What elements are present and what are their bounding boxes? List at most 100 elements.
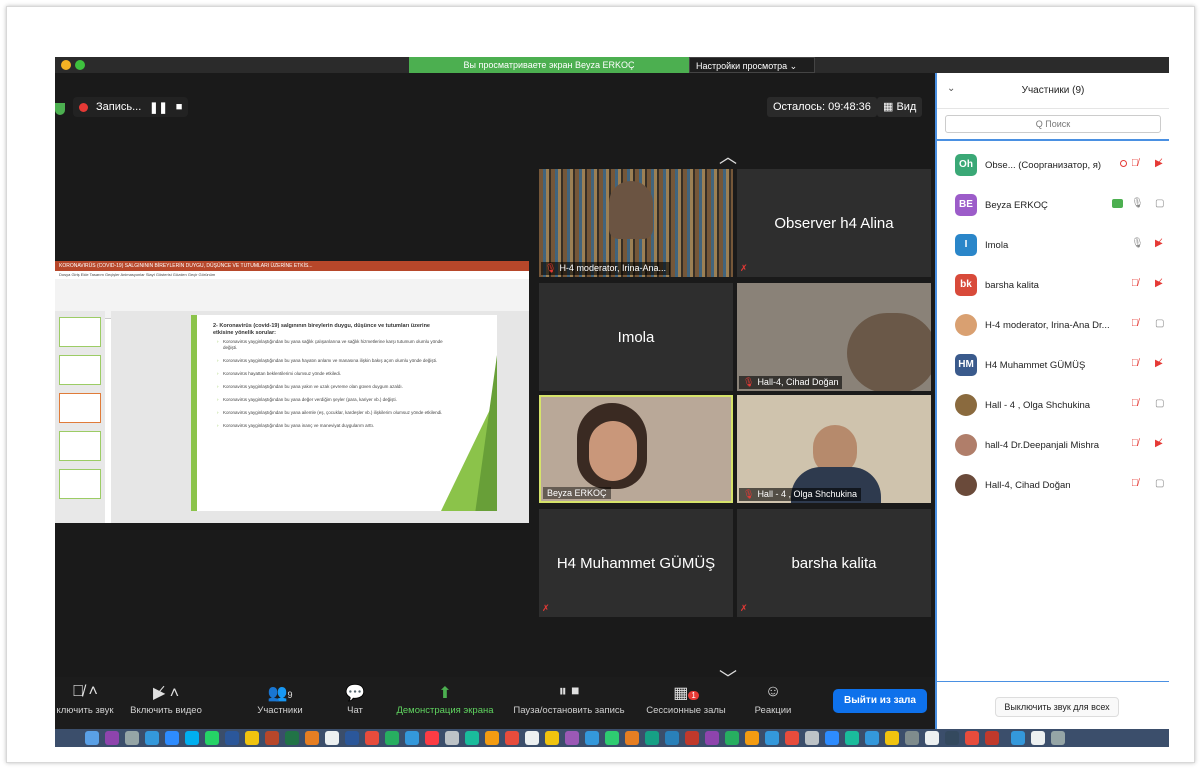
powerpoint-icon[interactable] xyxy=(265,731,279,745)
participants-button[interactable]: 👥9 Участники xyxy=(245,683,315,716)
mic-muted-icon[interactable]: 🎙̸ xyxy=(1131,398,1139,409)
music-icon[interactable] xyxy=(425,731,439,745)
participant-row[interactable]: I Imola 🎙 ▶̸ xyxy=(937,225,1169,265)
video-tile[interactable]: barsha kalita ✗ xyxy=(737,509,931,617)
mic-muted-icon[interactable]: 🎙̸ xyxy=(1131,318,1139,329)
app-icon[interactable] xyxy=(485,731,499,745)
participant-row[interactable]: Hall - 4 , Olga Shchukina 🎙̸ ▢ xyxy=(937,385,1169,425)
app-icon[interactable] xyxy=(865,731,879,745)
app-icon[interactable] xyxy=(785,731,799,745)
app-icon[interactable] xyxy=(705,731,719,745)
mail-icon[interactable] xyxy=(445,731,459,745)
app-icon[interactable] xyxy=(745,731,759,745)
video-tile-active-speaker[interactable]: Beyza ERKOÇ xyxy=(539,395,733,503)
mic-icon[interactable]: 🎙 xyxy=(1131,198,1144,209)
video-icon[interactable]: ▢ xyxy=(1155,318,1164,329)
app-icon[interactable] xyxy=(345,731,359,745)
app-icon[interactable] xyxy=(585,731,599,745)
app-icon[interactable] xyxy=(645,731,659,745)
launchpad-icon[interactable] xyxy=(125,731,139,745)
app-icon[interactable] xyxy=(825,731,839,745)
participant-row[interactable]: Hall-4, Cihad Doğan 🎙̸ ▢ xyxy=(937,465,1169,505)
siri-icon[interactable] xyxy=(105,731,119,745)
app-icon[interactable] xyxy=(945,731,959,745)
app-icon[interactable] xyxy=(305,731,319,745)
app-icon[interactable] xyxy=(685,731,699,745)
app-icon[interactable] xyxy=(725,731,739,745)
mic-muted-icon[interactable]: 🎙̸ xyxy=(1131,278,1139,289)
participant-row[interactable]: bk barsha kalita 🎙̸ ▶̸ xyxy=(937,265,1169,305)
video-tile[interactable]: 🎙 Hall - 4 , Olga Shchukina xyxy=(737,395,931,503)
app-icon[interactable] xyxy=(805,731,819,745)
app-icon[interactable] xyxy=(325,731,339,745)
folder-icon[interactable] xyxy=(1011,731,1025,745)
video-icon[interactable]: ▢ xyxy=(1155,478,1164,489)
mic-muted-icon[interactable]: 🎙̸ xyxy=(1131,438,1139,449)
video-off-icon[interactable]: ▶̸ xyxy=(1155,438,1163,449)
view-button[interactable]: ▦ Вид xyxy=(877,97,923,117)
app-icon[interactable] xyxy=(965,731,979,745)
app-icon[interactable] xyxy=(365,731,379,745)
video-off-icon[interactable]: ▶̸ xyxy=(1155,278,1163,289)
zoom-window-button[interactable] xyxy=(75,60,85,70)
document-icon[interactable] xyxy=(1031,731,1045,745)
finder-icon[interactable] xyxy=(85,731,99,745)
app-icon[interactable] xyxy=(465,731,479,745)
view-options-button[interactable]: Настройки просмотра ⌄ xyxy=(689,57,815,73)
stop-icon[interactable]: ■ xyxy=(176,101,183,113)
leave-room-button[interactable]: Выйти из зала xyxy=(833,689,927,713)
excel-icon[interactable] xyxy=(285,731,299,745)
participant-row[interactable]: Oh Obse... (Соорганизатор, я) 🎙̸ ▶̸ xyxy=(937,145,1169,185)
app-icon[interactable] xyxy=(545,731,559,745)
participant-row[interactable]: H-4 moderator, Irina-Ana Dr... 🎙̸ ▢ xyxy=(937,305,1169,345)
zoom-icon[interactable] xyxy=(165,731,179,745)
video-tile[interactable]: 🎙 H-4 moderator, Irina-Ana... xyxy=(539,169,733,277)
mic-muted-icon[interactable]: 🎙̸ xyxy=(1131,158,1139,169)
safari-icon[interactable] xyxy=(145,731,159,745)
unmute-button[interactable]: 🎙̸ ˄ ключить звук xyxy=(55,683,115,716)
chevron-up-icon[interactable]: ︿ xyxy=(719,143,737,169)
app-icon[interactable] xyxy=(765,731,779,745)
mic-icon[interactable]: 🎙 xyxy=(1131,238,1144,249)
whatsapp-icon[interactable] xyxy=(205,731,219,745)
video-off-icon[interactable]: ▶̸ xyxy=(1155,158,1163,169)
video-tile[interactable]: H4 Muhammet GÜMÜŞ ✗ xyxy=(539,509,733,617)
mute-all-button[interactable]: Выключить звук для всех xyxy=(995,697,1119,717)
search-input[interactable]: Q Поиск xyxy=(945,115,1161,133)
chat-button[interactable]: 💬 Чат xyxy=(333,683,377,716)
video-off-icon[interactable]: ▶̸ xyxy=(1155,238,1163,249)
app-icon[interactable] xyxy=(905,731,919,745)
app-icon[interactable] xyxy=(665,731,679,745)
participant-row[interactable]: hall-4 Dr.Deepanjali Mishra 🎙̸ ▶̸ xyxy=(937,425,1169,465)
start-video-button[interactable]: ▶̸ ˄ Включить видео xyxy=(123,683,209,716)
word-icon[interactable] xyxy=(225,731,239,745)
app-icon[interactable] xyxy=(925,731,939,745)
app-icon[interactable] xyxy=(985,731,999,745)
pause-icon[interactable]: ❚❚ xyxy=(149,101,167,114)
participant-row[interactable]: HM H4 Muhammet GÜMÜŞ 🎙̸ ▶̸ xyxy=(937,345,1169,385)
pause-recording-button[interactable]: ⏸ ⏹ Пауза/остановить запись xyxy=(509,683,629,716)
app-icon[interactable] xyxy=(405,731,419,745)
reactions-button[interactable]: ☺ Реакции xyxy=(745,683,801,716)
notes-icon[interactable] xyxy=(245,731,259,745)
video-tile[interactable]: Imola xyxy=(539,283,733,391)
calendar-icon[interactable] xyxy=(505,731,519,745)
trash-icon[interactable] xyxy=(1051,731,1065,745)
app-icon[interactable] xyxy=(885,731,899,745)
app-icon[interactable] xyxy=(525,731,539,745)
video-tile[interactable]: 🎙 Hall-4, Cihad Doğan xyxy=(737,283,931,391)
app-icon[interactable] xyxy=(845,731,859,745)
mic-muted-icon[interactable]: 🎙̸ xyxy=(1131,478,1139,489)
participant-row[interactable]: BE Beyza ERKOÇ 🎙 ▢ xyxy=(937,185,1169,225)
app-icon[interactable] xyxy=(605,731,619,745)
app-icon[interactable] xyxy=(625,731,639,745)
app-icon[interactable] xyxy=(565,731,579,745)
share-screen-button[interactable]: ⬆ Демонстрация экрана xyxy=(389,683,501,716)
skype-icon[interactable] xyxy=(185,731,199,745)
breakout-rooms-button[interactable]: ▦ 1 Сессионные залы xyxy=(643,683,729,716)
video-tile[interactable]: Observer h4 Alina ✗ xyxy=(737,169,931,277)
video-off-icon[interactable]: ▶̸ xyxy=(1155,358,1163,369)
minimize-button[interactable] xyxy=(61,60,71,70)
video-icon[interactable]: ▢ xyxy=(1155,198,1164,209)
app-icon[interactable] xyxy=(385,731,399,745)
